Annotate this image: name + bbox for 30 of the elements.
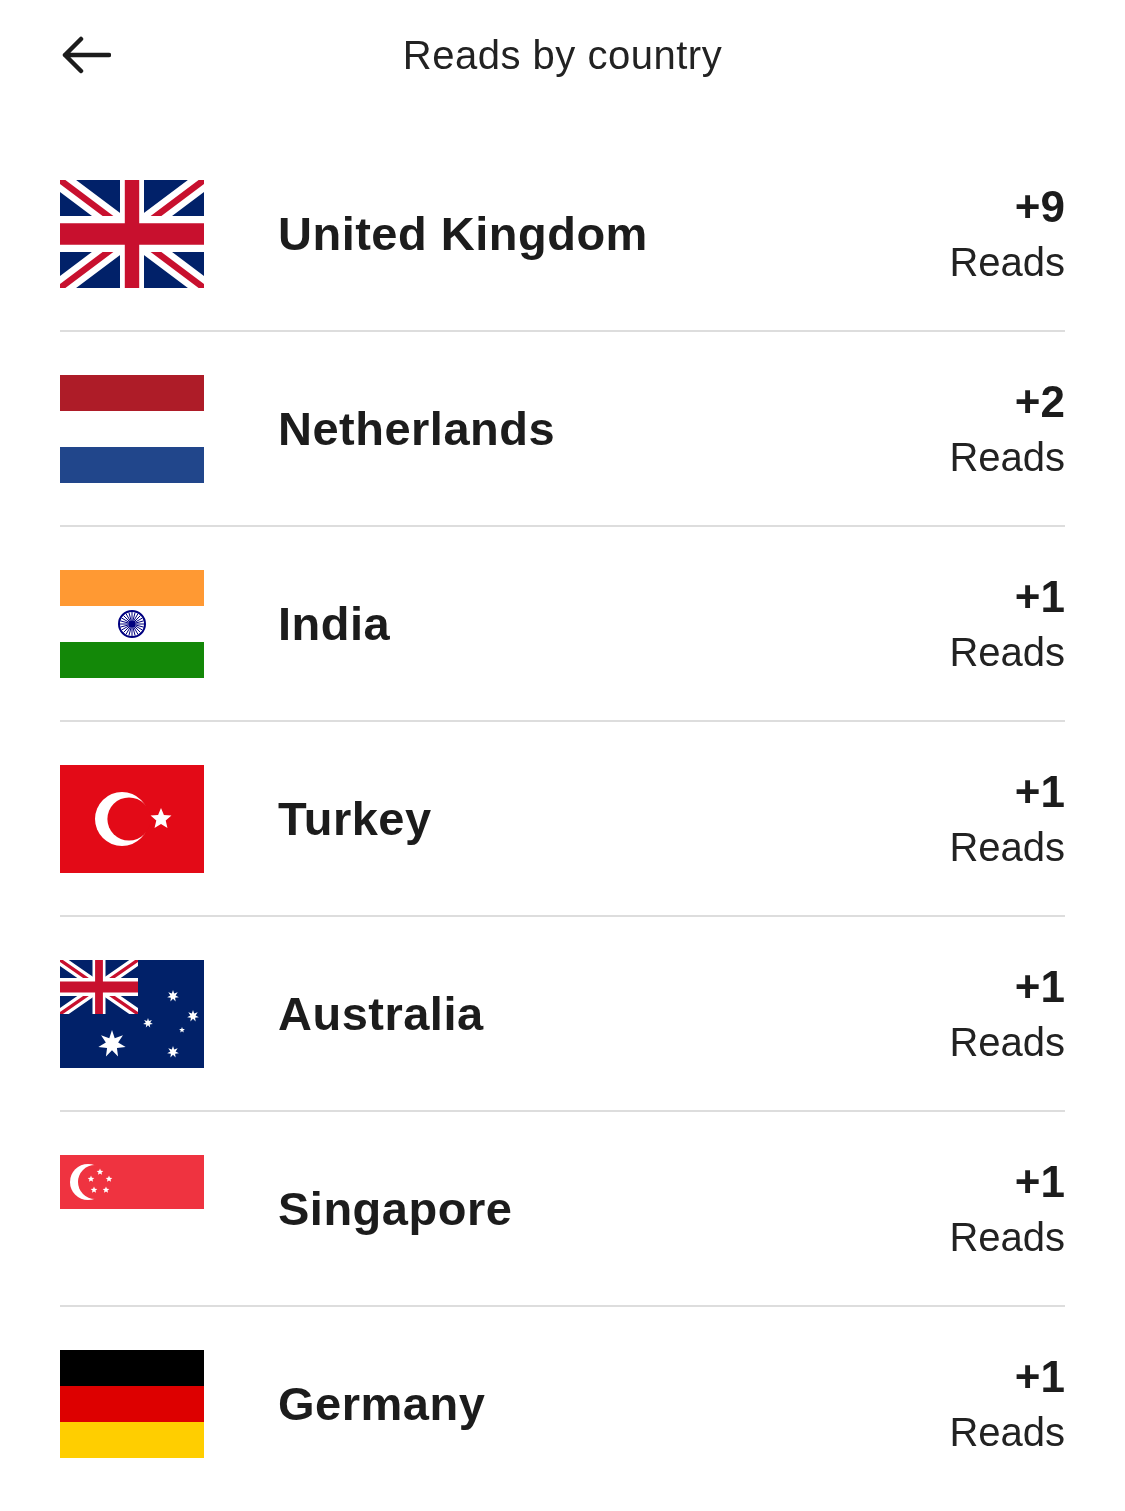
reads-label: Reads bbox=[949, 1410, 1065, 1455]
reads-label: Reads bbox=[949, 1215, 1065, 1260]
read-count: +1 bbox=[1014, 572, 1065, 622]
country-name: Germany bbox=[278, 1376, 487, 1431]
reads-label: Reads bbox=[949, 825, 1065, 870]
read-count: +2 bbox=[1014, 377, 1065, 427]
reads-label: Reads bbox=[949, 435, 1065, 480]
country-name: Singapore bbox=[278, 1181, 514, 1236]
reads-label: Reads bbox=[949, 240, 1065, 285]
read-count: +1 bbox=[1014, 962, 1065, 1012]
page-title: Reads by country bbox=[402, 32, 723, 78]
country-name: India bbox=[278, 596, 392, 651]
country-name: Netherlands bbox=[278, 401, 557, 456]
read-count: +1 bbox=[1014, 767, 1065, 817]
flag-icon bbox=[60, 959, 204, 1068]
flag-icon bbox=[60, 179, 204, 288]
country-name: Turkey bbox=[278, 791, 433, 846]
flag-icon bbox=[60, 1349, 204, 1458]
read-count: +9 bbox=[1014, 182, 1065, 232]
back-arrow-icon bbox=[61, 36, 111, 74]
flag-icon bbox=[60, 374, 204, 483]
flag-icon bbox=[60, 1154, 204, 1209]
read-count: +1 bbox=[1014, 1157, 1065, 1207]
country-name: United Kingdom bbox=[278, 206, 649, 261]
read-count: +1 bbox=[1014, 1352, 1065, 1402]
flag-icon bbox=[60, 569, 204, 678]
flag-icon bbox=[60, 764, 204, 873]
reads-label: Reads bbox=[949, 1020, 1065, 1065]
reads-label: Reads bbox=[949, 630, 1065, 675]
country-name: Australia bbox=[278, 986, 485, 1041]
